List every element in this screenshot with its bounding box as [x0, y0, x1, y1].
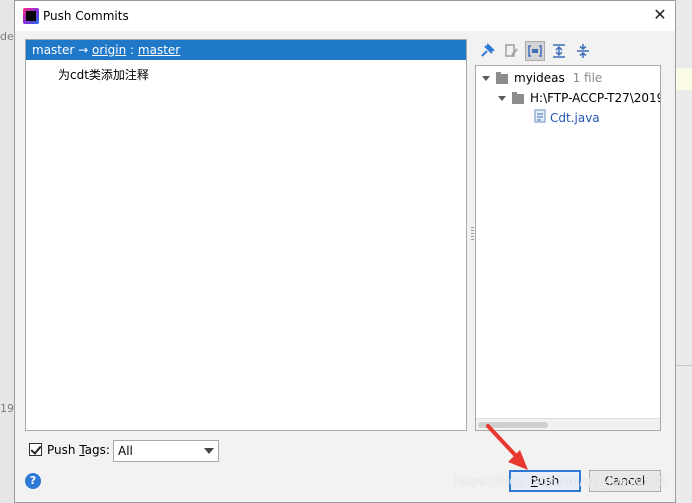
changed-files-tree: myideas 1 file H:\FTP-ACCP-T27\2019-3 Cd…: [475, 65, 661, 431]
push-tags-label: Push Tags:: [47, 443, 110, 457]
watermark: https://blog.csdn.net/qq_40656520: [455, 474, 666, 488]
background-highlight: [676, 68, 692, 90]
branch-separator: :: [130, 43, 135, 57]
branch-row-selected[interactable]: master → origin : master: [26, 40, 466, 60]
root-file-count: 1 file: [572, 71, 603, 85]
tree-node-root[interactable]: myideas 1 file: [482, 68, 602, 88]
select-value: All: [118, 444, 133, 458]
background-divider: [676, 365, 692, 366]
changes-toolbar: [477, 39, 677, 63]
commit-item[interactable]: 为cdt类添加注释: [58, 66, 149, 83]
splitter-grip: [471, 227, 474, 241]
help-icon[interactable]: ?: [25, 473, 41, 489]
commits-panel: master → origin : master 为cdt类添加注释: [25, 39, 467, 431]
background-text: 19: [0, 402, 14, 415]
tree-node-file[interactable]: Cdt.java: [534, 108, 600, 128]
folder-path: H:\FTP-ACCP-T27\2019-3: [530, 91, 660, 105]
expand-all-icon[interactable]: [549, 41, 569, 61]
java-file-icon: [534, 109, 546, 129]
pin-icon[interactable]: [477, 41, 497, 61]
folder-icon: [512, 91, 524, 104]
module-folder-icon: [496, 71, 508, 84]
root-name: myideas: [514, 71, 565, 85]
chevron-down-icon[interactable]: [482, 76, 490, 81]
push-tags-select[interactable]: All: [113, 440, 219, 462]
group-by-directory-icon[interactable]: [525, 41, 545, 61]
chevron-down-icon[interactable]: [498, 96, 506, 101]
collapse-all-icon[interactable]: [573, 41, 593, 61]
background-ide-left: de 19: [0, 0, 14, 503]
arrow-glyph: →: [78, 43, 89, 57]
intellij-app-icon: [23, 8, 39, 24]
edit-source-icon[interactable]: [501, 41, 521, 61]
chevron-down-icon: [204, 448, 214, 454]
remote-branch-link[interactable]: master: [138, 43, 180, 57]
close-icon[interactable]: ✕: [651, 6, 669, 24]
tree-node-folder[interactable]: H:\FTP-ACCP-T27\2019-3: [498, 88, 660, 108]
dialog-title: Push Commits: [43, 9, 129, 23]
push-tags-checkbox[interactable]: [29, 443, 42, 456]
local-branch: master: [32, 43, 75, 57]
remote-link[interactable]: origin: [92, 43, 126, 57]
background-text: de: [0, 30, 14, 43]
annotation-arrow: [486, 424, 528, 470]
file-name: Cdt.java: [550, 111, 600, 125]
title-bar: Push Commits ✕: [15, 1, 675, 31]
push-commits-dialog: Push Commits ✕ master → origin : master …: [14, 0, 676, 503]
